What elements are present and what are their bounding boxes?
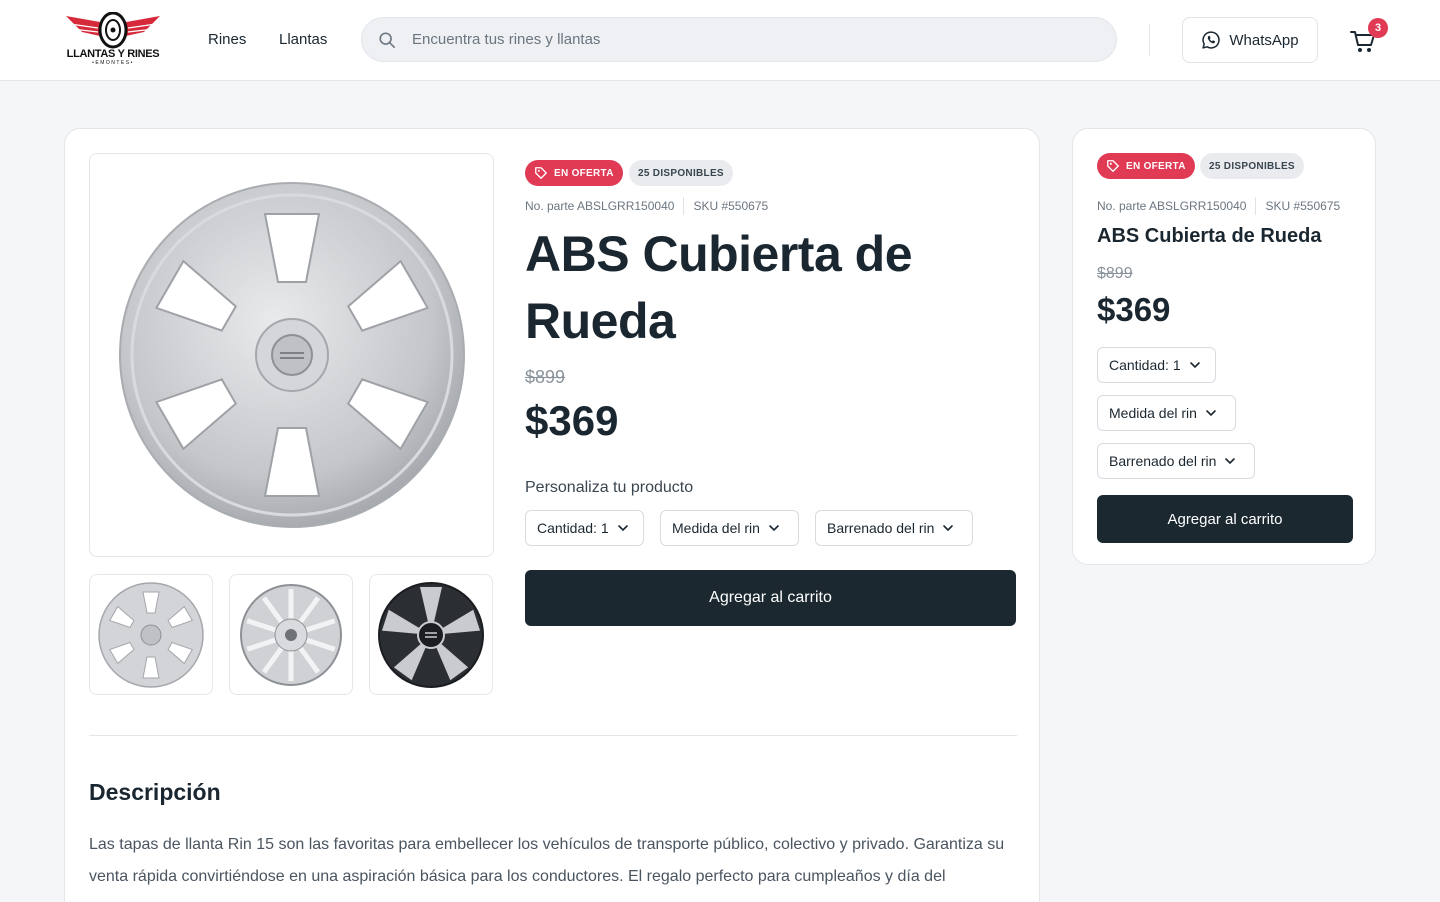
meta-separator [1255,197,1257,215]
logo-text: LLANTAS Y RINES [66,48,160,60]
hubcap-multi-spoke-image [240,584,342,686]
add-to-cart-button[interactable]: Agregar al carrito [525,570,1016,626]
hubcap-black-silver-image [378,582,484,688]
search-icon [379,32,396,49]
site-header: LLANTAS Y RINES •EMONTES• Rines Llantas … [0,0,1440,81]
hubcap-six-spoke-image [98,582,204,688]
sale-price: $369 [525,397,619,444]
chevron-down-icon [1189,362,1200,369]
nav-link-rines[interactable]: Rines [208,31,246,48]
quantity-select-label: Cantidad: 1 [1109,357,1181,373]
rim-size-select-label: Medida del rin [672,520,760,536]
product-meta: No. parte ABSLGRR150040 SKU #550675 [1097,197,1340,215]
whatsapp-button[interactable]: WhatsApp [1182,17,1318,63]
product-thumbnail-1[interactable] [89,574,213,695]
whatsapp-icon [1202,31,1221,49]
search-input[interactable] [412,18,1092,61]
chevron-down-icon [943,525,954,532]
part-number: No. parte ABSLGRR150040 [1097,199,1247,213]
offer-badge-label: EN OFERTA [554,167,614,179]
sku: SKU #550675 [693,199,769,213]
original-price: $899 [525,367,566,387]
product-card: EN OFERTA 25 DISPONIBLES No. parte ABSLG… [64,128,1040,902]
original-price: $899 [1097,265,1133,282]
logo-subtext: •EMONTES• [92,60,134,66]
section-divider [89,735,1017,736]
bolt-pattern-select[interactable]: Barrenado del rin [815,510,973,546]
header-divider [1149,24,1150,56]
cart-count-badge: 3 [1368,18,1388,38]
chevron-down-icon [617,525,628,532]
brand-logo[interactable]: LLANTAS Y RINES •EMONTES• [64,11,162,68]
product-title: ABS Cubierta de Rueda [525,226,913,349]
whatsapp-label: WhatsApp [1229,31,1299,49]
nav-link-llantas[interactable]: Llantas [279,31,327,48]
tag-icon [535,167,547,179]
stock-badge: 25 DISPONIBLES [1200,153,1304,179]
quantity-select[interactable]: Cantidad: 1 [525,510,644,546]
quantity-select[interactable]: Cantidad: 1 [1097,347,1216,383]
sale-price: $369 [1097,291,1171,328]
bolt-pattern-select-label: Barrenado del rin [827,520,935,536]
part-number: No. parte ABSLGRR150040 [525,199,675,213]
product-thumbnail-3[interactable] [369,574,493,695]
tag-icon [1107,160,1119,172]
rim-size-select[interactable]: Medida del rin [660,510,799,546]
add-to-cart-button[interactable]: Agregar al carrito [1097,495,1353,543]
rim-size-select[interactable]: Medida del rin [1097,395,1236,431]
stock-badge: 25 DISPONIBLES [629,160,733,186]
chevron-down-icon [1225,458,1236,465]
sku: SKU #550675 [1265,199,1341,213]
search-bar [361,17,1117,62]
product-main-image[interactable] [89,153,494,557]
offer-badge-label: EN OFERTA [1126,160,1186,172]
product-title: ABS Cubierta de Rueda [1097,225,1322,247]
rim-size-select-label: Medida del rin [1109,405,1197,421]
quantity-select-label: Cantidad: 1 [537,520,609,536]
bolt-pattern-select-label: Barrenado del rin [1109,453,1217,469]
customize-label: Personaliza tu producto [525,479,694,496]
description-heading: Descripción [89,779,221,805]
logo-wings-icon [66,11,160,49]
description-text: Las tapas de llanta Rin 15 son las favor… [89,836,1005,885]
hubcap-six-spoke-image [119,182,465,528]
product-thumbnail-2[interactable] [229,574,353,695]
offer-badge: EN OFERTA [525,160,623,186]
chevron-down-icon [769,525,779,532]
chevron-down-icon [1206,410,1216,417]
offer-badge: EN OFERTA [1097,153,1195,179]
sticky-purchase-card: EN OFERTA 25 DISPONIBLES No. parte ABSLG… [1072,128,1376,565]
bolt-pattern-select[interactable]: Barrenado del rin [1097,443,1255,479]
meta-separator [683,197,685,215]
product-meta: No. parte ABSLGRR150040 SKU #550675 [525,197,768,215]
